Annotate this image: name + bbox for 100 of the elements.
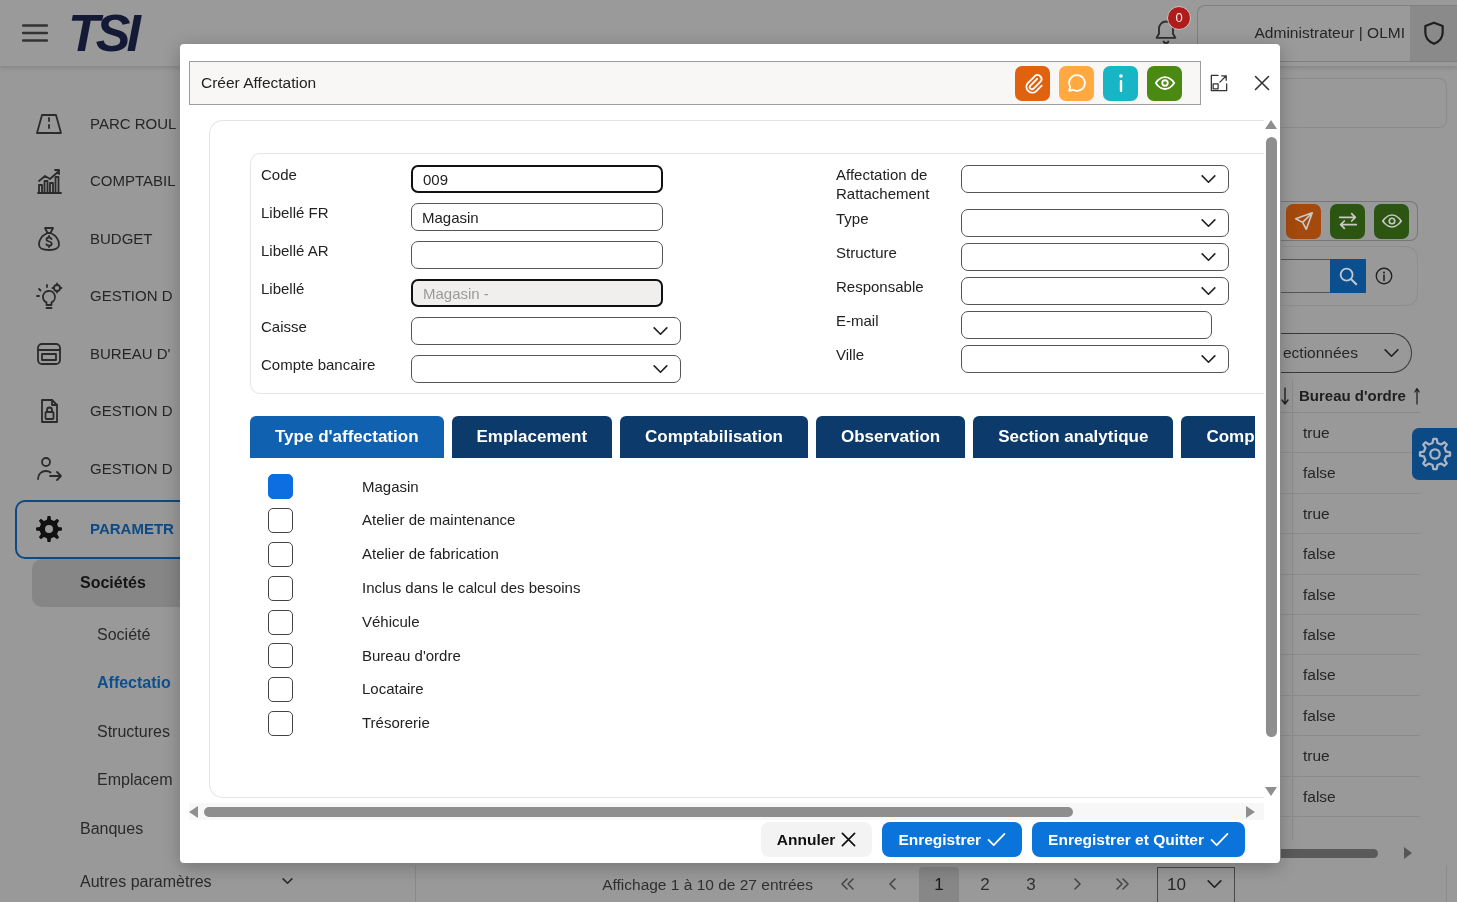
sidebar-subitem[interactable]: Banques [80, 804, 144, 853]
view-button[interactable] [1147, 65, 1182, 101]
lightbulb-icon [35, 282, 63, 311]
select-field[interactable] [411, 317, 681, 345]
menu-icon [22, 24, 48, 42]
select-field[interactable] [411, 355, 681, 383]
page-button[interactable]: 2 [965, 866, 1005, 902]
pagination-summary: Affichage 1 à 10 de 27 entrées [602, 874, 813, 895]
chevron-down-icon [653, 364, 668, 374]
checkbox-label: Locataire [362, 679, 424, 700]
chevron-down-icon [1201, 218, 1216, 228]
checkbox-label: Bureau d'ordre [362, 645, 461, 666]
checkbox-label: Magasin [362, 476, 419, 497]
sidebar-subitem[interactable]: Autres paramètres [80, 864, 298, 899]
text-field[interactable] [961, 311, 1212, 339]
send-button[interactable] [1286, 203, 1321, 239]
chevron-down-icon [1201, 354, 1216, 364]
bar-chart-icon [35, 167, 63, 196]
checkbox[interactable] [268, 474, 293, 500]
search-field[interactable] [1281, 259, 1330, 293]
save-button[interactable]: Enregistrer [882, 822, 1023, 857]
scroll-up-icon [1265, 120, 1277, 129]
save-button[interactable]: Enregistrer et Quitter [1032, 822, 1245, 857]
scroll-right-icon [1246, 805, 1255, 818]
sidebar-item[interactable]: GESTION D [35, 440, 173, 498]
person-arrow-icon [35, 454, 63, 483]
checkbox-label: Trésorerie [362, 713, 430, 734]
tab[interactable]: Observation [816, 416, 966, 458]
checkbox-label: Véhicule [362, 611, 420, 632]
chevron-down-icon [1201, 252, 1216, 262]
checkbox[interactable] [268, 677, 293, 703]
gear-icon [1417, 437, 1452, 471]
money-bag-icon [35, 224, 63, 253]
sidebar-link[interactable]: Structures [97, 707, 170, 756]
sidebar-subitem[interactable]: Sociétés [32, 558, 180, 607]
info-icon [1118, 74, 1123, 92]
tab[interactable]: Emplacement [451, 416, 613, 458]
checkbox[interactable] [268, 643, 293, 669]
shield-icon [1410, 5, 1457, 61]
tab[interactable]: Comp [1181, 416, 1255, 458]
tab[interactable]: Section analytique [973, 416, 1174, 458]
sidebar-item[interactable]: BUREAU D' [35, 325, 171, 383]
search-icon [1337, 265, 1359, 287]
field-label: Type [836, 209, 870, 229]
select-field[interactable] [961, 345, 1229, 373]
checkbox[interactable] [268, 710, 293, 736]
table-cell: false [1292, 776, 1410, 816]
page-size-select[interactable]: 10 [1157, 866, 1235, 902]
cancel-button[interactable]: Annuler [760, 822, 873, 857]
checkbox[interactable] [268, 508, 293, 534]
checkbox[interactable] [268, 575, 293, 601]
tab[interactable]: Type d'affectation [250, 416, 444, 458]
text-field[interactable]: Magasin [411, 203, 663, 231]
chevron-down-icon [1201, 286, 1216, 296]
sidebar-item[interactable]: BUDGET [35, 210, 153, 268]
page-button[interactable]: 1 [919, 866, 959, 902]
checkbox[interactable] [268, 542, 293, 567]
scrollbar-thumb[interactable] [204, 806, 1073, 817]
text-field[interactable]: 009 [411, 165, 663, 193]
table-cell: false [1292, 655, 1410, 695]
scrollbar-thumb[interactable] [1265, 137, 1277, 737]
double-chevron-right-icon [1115, 877, 1131, 892]
chat-bubble-icon [1065, 72, 1088, 94]
field-label: Code [261, 165, 298, 185]
field-label: Ville [836, 345, 866, 365]
checkbox-label: Atelier de fabrication [362, 544, 499, 565]
select-field[interactable] [961, 165, 1229, 193]
table-cell: true [1292, 736, 1410, 776]
chevron-down-icon [282, 878, 293, 885]
menu-button[interactable] [22, 24, 48, 42]
user-menu[interactable]: Administrateur | OLMI [1197, 4, 1457, 62]
sidebar-item[interactable]: GESTION D [35, 267, 173, 325]
close-button[interactable] [1254, 75, 1270, 91]
page-button[interactable]: 3 [1011, 866, 1051, 902]
notification-badge: 0 [1167, 6, 1191, 30]
table-cell: true [1292, 413, 1410, 453]
dialog-title: Créer Affectation [201, 73, 317, 94]
tab[interactable]: Comptabilisation [620, 416, 808, 458]
scroll-right-icon [1404, 847, 1412, 860]
swap-button[interactable] [1330, 203, 1365, 239]
attach-button[interactable] [1015, 65, 1050, 101]
search-button[interactable] [1330, 259, 1366, 293]
sidebar-item[interactable]: COMPTABIL [35, 152, 176, 210]
sidebar-link[interactable]: Emplacem [97, 756, 173, 805]
checkbox-label: Atelier de maintenance [362, 510, 516, 531]
field-label: Libellé FR [261, 203, 330, 223]
checkbox[interactable] [268, 609, 293, 635]
sidebar-link[interactable]: Affectatio [97, 659, 171, 708]
select-field[interactable] [961, 277, 1229, 305]
select-field[interactable] [961, 243, 1229, 271]
text-field[interactable] [411, 241, 663, 269]
sidebar-link[interactable]: Société [97, 610, 151, 659]
settings-button[interactable] [1412, 428, 1457, 480]
sidebar-item[interactable]: GESTION D [35, 382, 173, 440]
scrollbar-thumb[interactable] [1281, 848, 1378, 858]
sidebar-item[interactable]: PARC ROUL [35, 95, 177, 153]
select-field[interactable] [961, 209, 1229, 237]
column-header[interactable]: Bureau d'ordre [1292, 380, 1412, 412]
expand-button[interactable] [1210, 74, 1228, 92]
view-button[interactable] [1374, 203, 1409, 239]
